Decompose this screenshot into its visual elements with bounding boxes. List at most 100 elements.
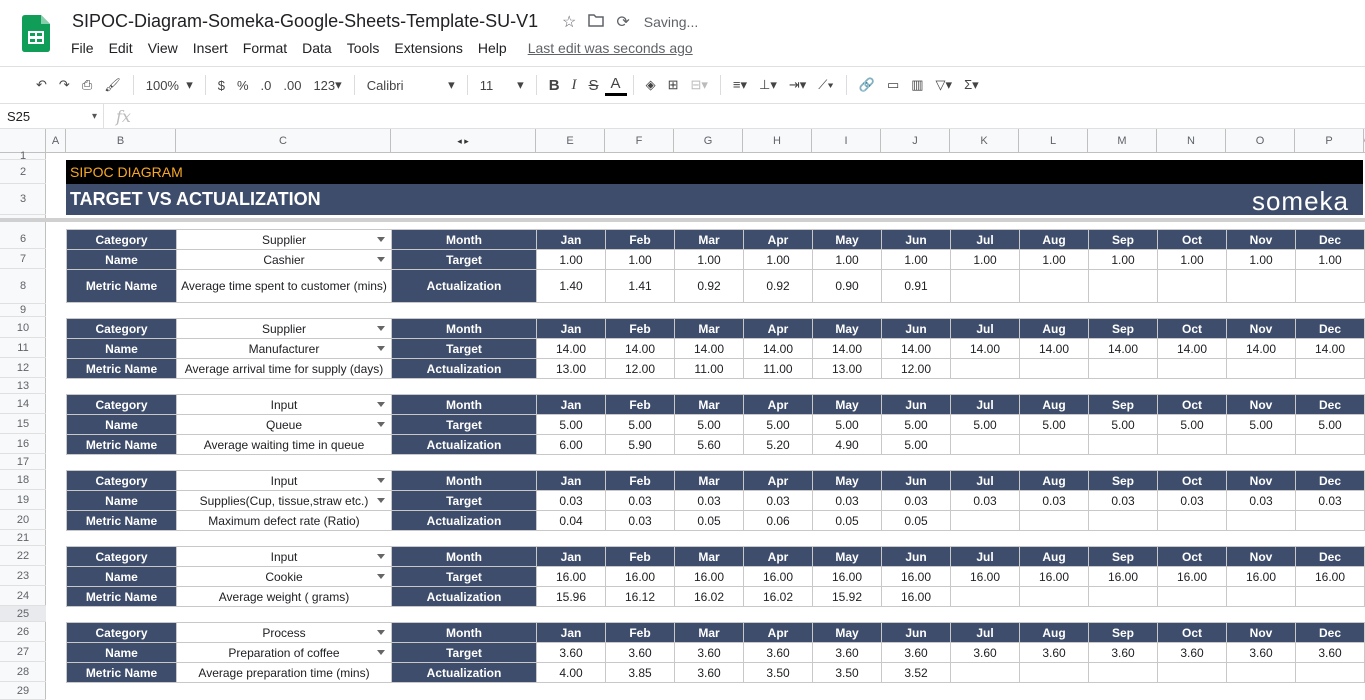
target-cell[interactable]: 1.00 — [743, 249, 813, 270]
actual-cell[interactable]: 15.92 — [812, 586, 882, 607]
font-size-select[interactable]: 11 ▾ — [474, 71, 530, 99]
row-header-27[interactable]: 27 — [0, 642, 46, 662]
actual-cell[interactable]: 0.05 — [881, 510, 951, 531]
metric-name-cell[interactable]: Average time spent to customer (mins) — [176, 269, 392, 303]
actual-cell[interactable]: 0.05 — [674, 510, 744, 531]
percent-button[interactable]: % — [231, 71, 255, 99]
target-cell[interactable]: 16.00 — [1226, 566, 1296, 587]
actual-cell[interactable] — [1019, 662, 1089, 683]
actual-cell[interactable]: 0.06 — [743, 510, 813, 531]
category-dropdown[interactable]: Input — [176, 546, 392, 567]
functions-icon[interactable]: Σ▾ — [958, 71, 985, 99]
target-cell[interactable]: 14.00 — [1295, 338, 1365, 359]
actual-cell[interactable] — [1157, 510, 1227, 531]
column-header-O[interactable]: O — [1226, 129, 1295, 153]
menu-extensions[interactable]: Extensions — [394, 40, 462, 56]
actual-cell[interactable]: 3.60 — [674, 662, 744, 683]
insert-comment-icon[interactable]: ▭ — [881, 71, 905, 99]
actual-cell[interactable] — [1019, 358, 1089, 379]
actual-cell[interactable] — [950, 358, 1020, 379]
actual-cell[interactable]: 0.03 — [605, 510, 675, 531]
actual-cell[interactable] — [1019, 269, 1089, 303]
target-cell[interactable]: 5.00 — [536, 414, 606, 435]
name-dropdown[interactable]: Manufacturer — [176, 338, 392, 359]
actual-cell[interactable] — [1088, 269, 1158, 303]
target-cell[interactable]: 1.00 — [1295, 249, 1365, 270]
row-header-20[interactable]: 20 — [0, 510, 46, 530]
actual-cell[interactable]: 5.60 — [674, 434, 744, 455]
actual-cell[interactable] — [1157, 358, 1227, 379]
target-cell[interactable]: 5.00 — [743, 414, 813, 435]
actual-cell[interactable] — [1088, 434, 1158, 455]
actual-cell[interactable] — [950, 586, 1020, 607]
target-cell[interactable]: 0.03 — [950, 490, 1020, 511]
actual-cell[interactable]: 16.02 — [674, 586, 744, 607]
menu-help[interactable]: Help — [478, 40, 507, 56]
target-cell[interactable]: 1.00 — [812, 249, 882, 270]
column-header-I[interactable]: I — [812, 129, 881, 153]
dropdown-arrow-icon[interactable] — [377, 346, 385, 351]
zoom-select[interactable]: 100% ▾ — [140, 71, 199, 99]
print-icon[interactable]: ⎙ — [76, 71, 98, 99]
row-header-19[interactable]: 19 — [0, 490, 46, 510]
target-cell[interactable]: 1.00 — [881, 249, 951, 270]
menu-edit[interactable]: Edit — [109, 40, 133, 56]
currency-button[interactable]: $ — [212, 71, 231, 99]
target-cell[interactable]: 0.03 — [1157, 490, 1227, 511]
name-dropdown[interactable]: Queue — [176, 414, 392, 435]
menu-format[interactable]: Format — [243, 40, 287, 56]
target-cell[interactable]: 1.00 — [605, 249, 675, 270]
row-header-17[interactable]: 17 — [0, 454, 46, 470]
row-header-21[interactable]: 21 — [0, 530, 46, 546]
row-header-12[interactable]: 12 — [0, 358, 46, 378]
target-cell[interactable]: 14.00 — [605, 338, 675, 359]
column-header-H[interactable]: H — [743, 129, 812, 153]
actual-cell[interactable] — [1088, 358, 1158, 379]
target-cell[interactable]: 0.03 — [1295, 490, 1365, 511]
actual-cell[interactable]: 5.00 — [881, 434, 951, 455]
actual-cell[interactable]: 5.20 — [743, 434, 813, 455]
menu-file[interactable]: File — [71, 40, 94, 56]
actual-cell[interactable] — [1226, 434, 1296, 455]
actual-cell[interactable] — [1226, 269, 1296, 303]
target-cell[interactable]: 5.00 — [1226, 414, 1296, 435]
text-rotation-icon[interactable]: ⟋▾ — [812, 71, 839, 99]
column-header-K[interactable]: K — [950, 129, 1019, 153]
actual-cell[interactable] — [950, 510, 1020, 531]
column-header-G[interactable]: G — [674, 129, 743, 153]
row-header-11[interactable]: 11 — [0, 338, 46, 358]
italic-icon[interactable]: I — [566, 71, 583, 99]
row-header-16[interactable]: 16 — [0, 434, 46, 454]
font-select[interactable]: Calibri ▾ — [361, 71, 461, 99]
row-header-8[interactable]: 8 — [0, 269, 46, 304]
actual-cell[interactable]: 13.00 — [536, 358, 606, 379]
target-cell[interactable]: 1.00 — [1088, 249, 1158, 270]
column-header-L[interactable]: L — [1019, 129, 1088, 153]
actual-cell[interactable]: 0.05 — [812, 510, 882, 531]
target-cell[interactable]: 3.60 — [1226, 642, 1296, 663]
actual-cell[interactable]: 11.00 — [674, 358, 744, 379]
dropdown-arrow-icon[interactable] — [377, 630, 385, 635]
bold-icon[interactable]: B — [543, 71, 566, 99]
actual-cell[interactable]: 3.85 — [605, 662, 675, 683]
undo-icon[interactable]: ↶ — [30, 71, 53, 99]
target-cell[interactable]: 16.00 — [743, 566, 813, 587]
target-cell[interactable]: 16.00 — [881, 566, 951, 587]
name-dropdown[interactable]: Cashier — [176, 249, 392, 270]
sheet-grid[interactable]: SIPOC DIAGRAM TARGET VS ACTUALIZATION so… — [46, 153, 1365, 700]
column-header-B[interactable]: B — [66, 129, 176, 153]
target-cell[interactable]: 1.00 — [1157, 249, 1227, 270]
target-cell[interactable]: 5.00 — [674, 414, 744, 435]
text-wrap-icon[interactable]: ⇥▾ — [783, 71, 812, 99]
target-cell[interactable]: 0.03 — [536, 490, 606, 511]
target-cell[interactable]: 3.60 — [536, 642, 606, 663]
column-header-J[interactable]: J — [881, 129, 950, 153]
actual-cell[interactable] — [950, 434, 1020, 455]
column-header-A[interactable]: A — [46, 129, 66, 153]
row-header-3[interactable]: 3 — [0, 184, 46, 215]
column-header-F[interactable]: F — [605, 129, 674, 153]
target-cell[interactable]: 3.60 — [1088, 642, 1158, 663]
target-cell[interactable]: 5.00 — [1295, 414, 1365, 435]
row-header-22[interactable]: 22 — [0, 546, 46, 566]
target-cell[interactable]: 5.00 — [1088, 414, 1158, 435]
